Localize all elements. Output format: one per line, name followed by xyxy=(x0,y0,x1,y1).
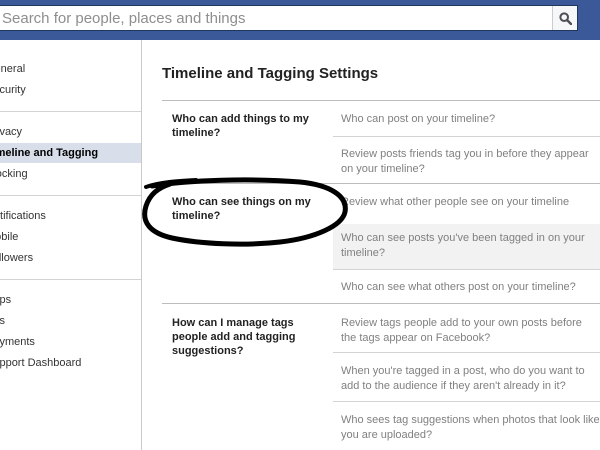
search-button[interactable] xyxy=(552,6,577,30)
sidebar-item-ads[interactable]: Ads xyxy=(0,311,141,331)
sidebar-item-timeline-and-tagging[interactable]: Timeline and Tagging xyxy=(0,143,141,163)
top-bar xyxy=(0,0,600,40)
sidebar-item-mobile[interactable]: Mobile xyxy=(0,227,141,247)
sidebar-item-blocking[interactable]: Blocking xyxy=(0,164,141,184)
sidebar-divider xyxy=(0,195,141,196)
option-who-can-post[interactable]: Who can post on your timeline? xyxy=(333,112,600,127)
option-tagged-post-audience[interactable]: When you're tagged in a post, who do you… xyxy=(333,364,600,394)
option-tag-suggestions[interactable]: Who sees tag suggestions when photos tha… xyxy=(333,413,600,443)
option-review-what-others-see[interactable]: Review what other people see on your tim… xyxy=(333,195,600,210)
settings-main: Timeline and Tagging Settings Who can ad… xyxy=(142,40,600,450)
sidebar-item-apps[interactable]: Apps xyxy=(0,290,141,310)
title-divider xyxy=(162,100,600,101)
sidebar-item-security[interactable]: Security xyxy=(0,80,141,100)
section-divider xyxy=(162,183,600,184)
sidebar-item-payments[interactable]: Payments xyxy=(0,332,141,352)
page-title: Timeline and Tagging Settings xyxy=(162,65,379,82)
search-input[interactable] xyxy=(0,6,547,30)
option-review-tagged-posts[interactable]: Review posts friends tag you in before t… xyxy=(333,147,600,177)
search-box xyxy=(0,5,578,31)
option-divider xyxy=(333,269,600,270)
section-divider xyxy=(162,303,600,304)
sidebar-item-notifications[interactable]: Notifications xyxy=(0,206,141,226)
option-who-can-see-tagged-posts[interactable]: Who can see posts you've been tagged in … xyxy=(333,224,600,269)
sidebar-item-general[interactable]: General xyxy=(0,59,141,79)
section-label-add-things: Who can add things to my timeline? xyxy=(172,113,309,139)
option-review-tags-on-posts[interactable]: Review tags people add to your own posts… xyxy=(333,316,600,346)
search-icon xyxy=(558,11,572,25)
sidebar-item-privacy[interactable]: Privacy xyxy=(0,122,141,142)
option-divider xyxy=(333,352,600,353)
sidebar-divider xyxy=(0,279,141,280)
option-divider xyxy=(333,401,600,402)
option-who-can-see-others-posts[interactable]: Who can see what others post on your tim… xyxy=(333,280,600,295)
sidebar-divider xyxy=(0,111,141,112)
settings-sidebar: General Security Privacy Timeline and Ta… xyxy=(0,40,142,450)
sidebar-item-support-dashboard[interactable]: Support Dashboard xyxy=(0,353,141,373)
option-divider xyxy=(333,136,600,137)
section-label-see-things: Who can see things on my timeline? xyxy=(172,196,311,222)
section-label-manage-tags: How can I manage tags people add and tag… xyxy=(172,317,296,357)
sidebar-item-followers[interactable]: Followers xyxy=(0,248,141,268)
